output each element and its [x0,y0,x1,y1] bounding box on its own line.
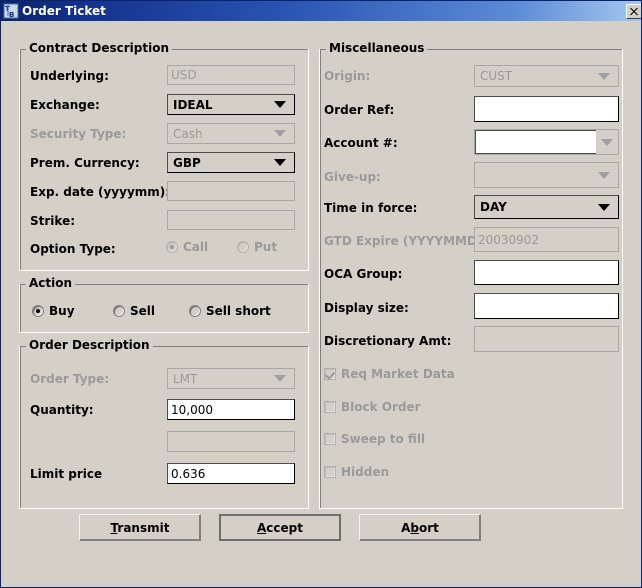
checkbox-box-icon [324,401,336,413]
display-size-label: Display size: [324,301,409,315]
exp-date-field [167,181,295,201]
contract-description-title: Contract Description [26,41,172,55]
radio-dot-icon [113,305,125,317]
sweep-to-fill-label: Sweep to fill [341,432,426,446]
abort-button[interactable]: Abort [359,514,481,541]
prem-currency-combo[interactable]: GBP [167,152,295,173]
option-type-put-label: Put [254,240,278,254]
action-radio-sell[interactable]: Sell [113,304,155,318]
action-buy-label: Buy [49,304,75,318]
accept-button[interactable]: Accept [219,514,341,541]
time-in-force-label: Time in force: [324,201,418,215]
req-market-data-label: Req Market Data [341,367,455,381]
checkbox-box-icon [324,433,336,445]
underlying-field: USD [167,65,295,85]
quantity-field[interactable]: 10,000 [167,399,295,420]
discretionary-amt-field [474,326,619,352]
action-radio-sell-short[interactable]: Sell short [189,304,271,318]
dialog-content: Contract Description Underlying: USD Exc… [1,21,641,587]
chevron-down-icon [598,171,610,179]
action-title: Action [26,276,76,290]
checkbox-box-icon [324,368,336,380]
security-type-label: Security Type: [30,127,127,141]
oca-group-label: OCA Group: [324,267,403,281]
block-order-label: Block Order [341,400,421,414]
time-in-force-combo[interactable]: DAY [474,195,619,219]
req-market-data-checkbox: Req Market Data [324,367,455,381]
exchange-label: Exchange: [30,98,100,112]
gtd-expire-label: GTD Expire (YYYYMMDD): [324,234,498,248]
aux-quantity-field [167,431,295,452]
strike-label: Strike: [30,214,76,228]
origin-label: Origin: [324,69,371,83]
display-size-field[interactable] [474,293,619,319]
security-type-combo-value: Cash [173,126,203,141]
order-type-combo: LMT [167,368,295,389]
origin-combo-value: CUST [480,69,513,83]
chevron-down-icon [274,101,286,108]
transmit-button-label: Transmit [110,520,170,535]
oca-group-field[interactable] [474,260,619,285]
tb-app-icon: T B [3,3,19,19]
origin-combo: CUST [474,65,619,87]
security-type-combo: Cash [167,123,295,144]
window-titlebar: T B Order Ticket [1,1,641,21]
close-icon[interactable] [626,3,641,19]
quantity-label: Quantity: [30,403,94,417]
underlying-label: Underlying: [30,69,109,83]
hidden-label: Hidden [341,465,390,479]
exchange-combo[interactable]: IDEAL [167,94,295,115]
chevron-down-icon [274,130,286,137]
order-ticket-window: T B Order Ticket Contract Description Un… [0,0,642,588]
svg-text:B: B [9,11,14,19]
account-label: Account #: [324,136,398,150]
chevron-down-icon [274,375,286,382]
block-order-checkbox: Block Order [324,400,421,414]
radio-dot-icon [166,241,178,253]
time-in-force-combo-value: DAY [480,200,507,214]
chevron-down-icon [601,138,613,146]
order-ref-label: Order Ref: [324,103,395,117]
option-type-label: Option Type: [30,242,116,256]
discretionary-amt-label: Discretionary Amt: [324,334,452,348]
gtd-expire-field: 20030902 [474,227,619,252]
sweep-to-fill-checkbox: Sweep to fill [324,432,425,446]
exchange-combo-value: IDEAL [173,97,213,112]
order-ref-field[interactable] [474,96,619,122]
radio-dot-icon [237,241,249,253]
transmit-button[interactable]: Transmit [79,514,201,541]
order-type-label: Order Type: [30,372,110,386]
strike-field [167,210,295,230]
account-input[interactable] [475,130,596,154]
order-type-combo-value: LMT [173,371,198,386]
action-sell-short-label: Sell short [206,304,271,318]
hidden-checkbox: Hidden [324,465,389,479]
limit-price-label: Limit price [30,467,103,481]
option-type-call-label: Call [183,240,209,254]
checkbox-box-icon [324,466,336,478]
account-combo[interactable] [474,129,619,155]
option-type-radio-call: Call [166,240,208,254]
give-up-combo [474,162,619,188]
miscellaneous-title: Miscellaneous [326,41,428,55]
action-radio-buy[interactable]: Buy [32,304,75,318]
chevron-down-icon [598,203,610,211]
account-dropdown-button[interactable] [596,130,618,154]
exp-date-label: Exp. date (yyyymm): [30,185,171,199]
chevron-down-icon [598,72,610,80]
give-up-label: Give-up: [324,170,381,184]
accept-button-label: Accept [257,520,303,535]
prem-currency-combo-value: GBP [173,155,201,170]
radio-dot-icon [32,305,44,317]
option-type-radio-put: Put [237,240,277,254]
window-title: Order Ticket [22,4,106,18]
action-sell-label: Sell [130,304,156,318]
prem-currency-label: Prem. Currency: [30,156,140,170]
radio-dot-icon [189,305,201,317]
chevron-down-icon [274,159,286,166]
limit-price-field[interactable]: 0.636 [167,463,295,484]
order-description-title: Order Description [26,338,153,352]
abort-button-label: Abort [401,520,439,535]
